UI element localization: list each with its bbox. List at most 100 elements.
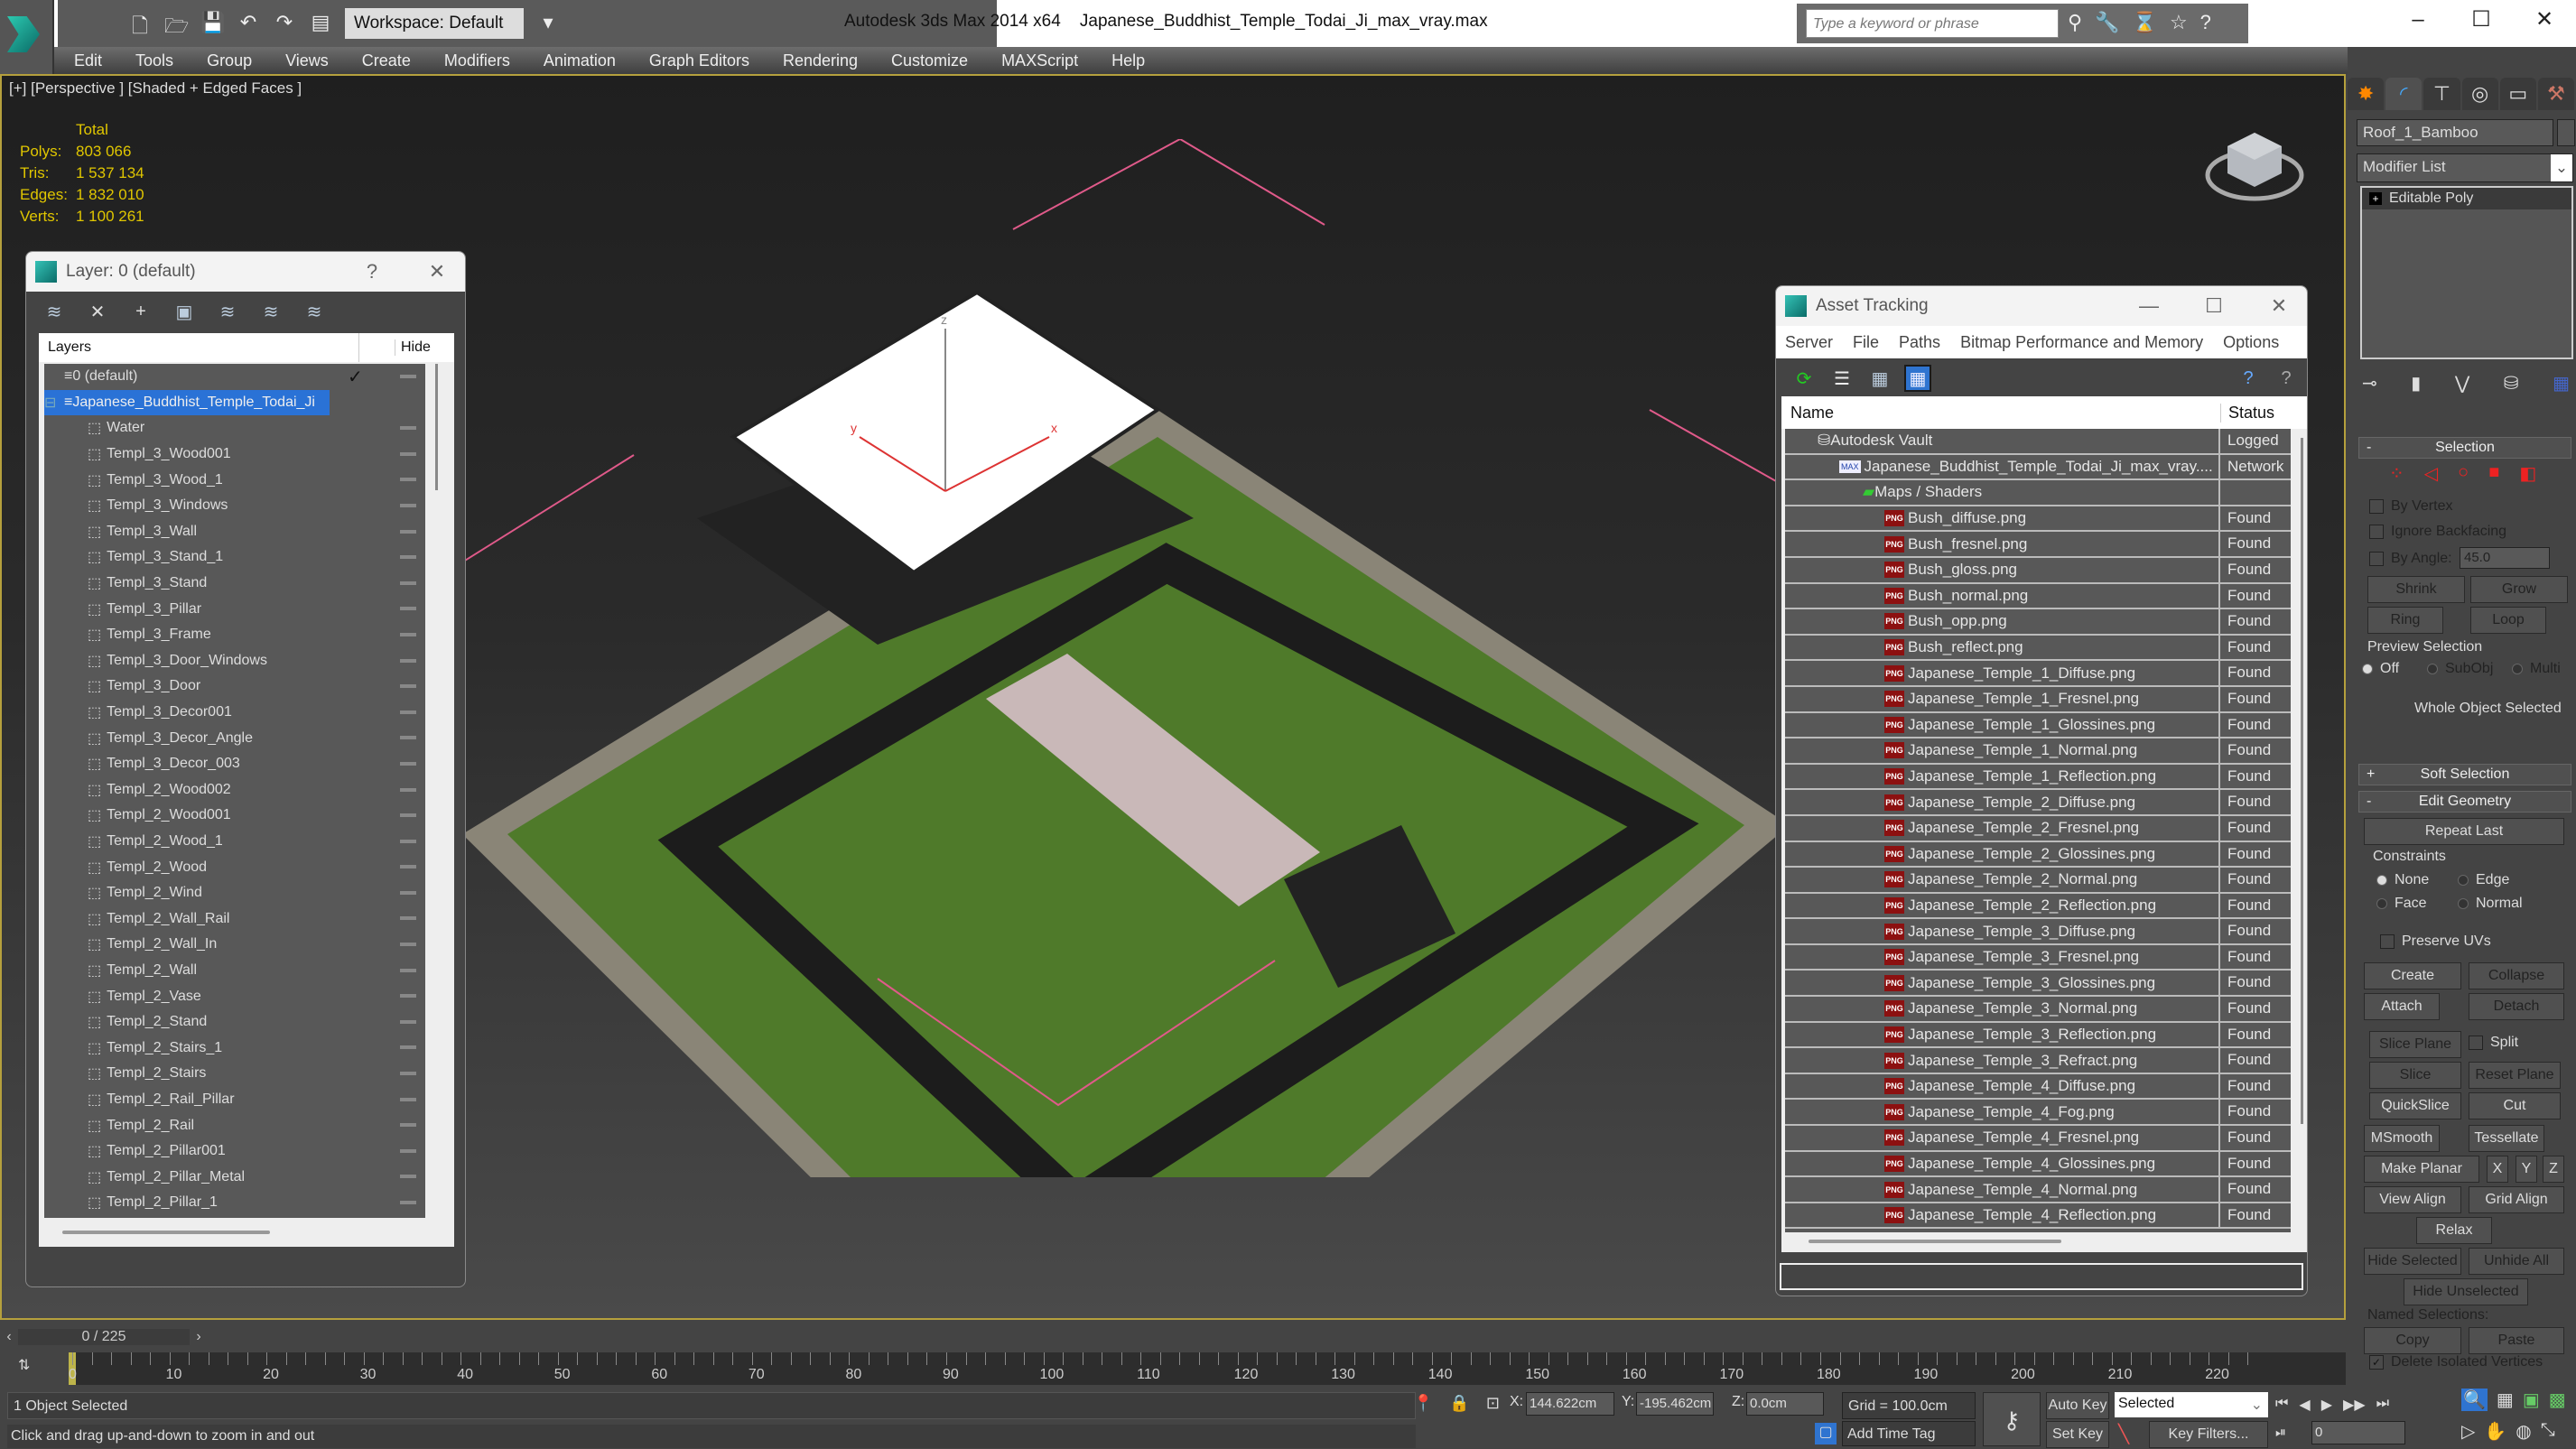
pin-stack-icon[interactable]: ⊸ <box>2362 372 2377 395</box>
reset-plane-button[interactable]: Reset Plane <box>2469 1062 2561 1089</box>
layer-object-row[interactable]: ⬚ Templ_2_Vase <box>44 983 425 1009</box>
object-name-field[interactable]: Roof_1_Bamboo <box>2357 119 2553 146</box>
hierarchy-tab-icon[interactable]: ⊤ <box>2423 78 2460 110</box>
zoom-icon[interactable]: 🔍 <box>2461 1389 2488 1411</box>
quickslice-button[interactable]: QuickSlice <box>2369 1092 2461 1119</box>
asset-path-field[interactable] <box>1780 1263 2303 1290</box>
menu-help[interactable]: Help <box>1111 51 1145 70</box>
time-tag-icon[interactable]: ▢ <box>1815 1423 1837 1444</box>
asset-file-row[interactable]: PNG Japanese_Temple_1_Glossines.png Found <box>1785 712 2291 739</box>
planar-z-button[interactable]: Z <box>2543 1156 2564 1183</box>
hide-unselected-button[interactable]: Hide Unselected <box>2404 1278 2528 1305</box>
context-help-icon[interactable]: ? <box>2274 367 2298 390</box>
asset-vertical-scrollbar[interactable] <box>2292 429 2307 1232</box>
asset-row-maps-folder[interactable]: ▰ Maps / Shaders <box>1785 480 2291 506</box>
orbit-icon[interactable]: ◍ <box>2516 1420 2531 1443</box>
asset-file-row[interactable]: PNG Japanese_Temple_3_Glossines.png Found <box>1785 971 2291 998</box>
hide-toggle[interactable] <box>400 890 416 895</box>
z-coordinate-field[interactable]: 0.0cm <box>1746 1392 1824 1416</box>
layer-object-row[interactable]: ⬚ Templ_2_Wind <box>44 880 425 906</box>
loop-button[interactable]: Loop <box>2470 607 2546 634</box>
hide-toggle[interactable] <box>400 1175 416 1179</box>
layer-object-row[interactable]: ⬚ Templ_2_Wood_1 <box>44 829 425 855</box>
timeline-track[interactable]: 0 10 20 30 40 50 60 70 80 90 100 110 120 130 140 150 160… <box>69 1352 2346 1385</box>
hide-toggle[interactable] <box>400 813 416 818</box>
grid-align-button[interactable]: Grid Align <box>2469 1186 2564 1213</box>
repeat-last-button[interactable]: Repeat Last <box>2364 818 2564 845</box>
hide-toggle[interactable] <box>400 555 416 560</box>
hide-toggle[interactable] <box>400 865 416 869</box>
new-file-icon[interactable]: 🗋 <box>128 11 152 37</box>
go-to-start-icon[interactable]: ⏮ <box>2275 1396 2288 1414</box>
hide-toggle[interactable] <box>400 1072 416 1076</box>
asset-file-row[interactable]: PNG Japanese_Temple_4_Fog.png Found <box>1785 1100 2291 1127</box>
layer-object-row[interactable]: ⬚ Templ_2_Pillar_Metal <box>44 1164 425 1190</box>
layer-object-row[interactable]: ⬚ Templ_3_Wall <box>44 519 425 545</box>
hide-toggle[interactable] <box>400 632 416 636</box>
layer-object-row[interactable]: ⬚Templ_2_Pillar <box>44 1216 425 1218</box>
asset-row-vault[interactable]: ⛁ Autodesk Vault Logged <box>1785 429 2291 455</box>
layer-object-row[interactable]: ⬚ Templ_2_Stairs <box>44 1061 425 1087</box>
asset-file-row[interactable]: PNG Japanese_Temple_2_Fresnel.png Found <box>1785 815 2291 842</box>
create-layer-icon[interactable]: ≋ <box>42 300 66 323</box>
open-file-icon[interactable]: 🗁 <box>164 11 189 37</box>
viewport-label[interactable]: [+] [Perspective ] [Shaded + Edged Faces… <box>9 79 302 98</box>
isolate-selection-icon[interactable]: 📍 <box>1413 1394 1433 1413</box>
delete-layer-icon[interactable]: ✕ <box>86 300 109 323</box>
asset-file-row[interactable]: PNG Japanese_Temple_2_Normal.png Found <box>1785 868 2291 894</box>
layer-object-row[interactable]: ⬚ Templ_2_Stand <box>44 1009 425 1036</box>
menu-rendering[interactable]: Rendering <box>783 51 858 70</box>
object-color-swatch[interactable] <box>2557 119 2575 146</box>
hide-toggle[interactable] <box>400 581 416 585</box>
hide-toggle[interactable] <box>400 1148 416 1153</box>
hide-toggle[interactable] <box>400 736 416 740</box>
delete-isolated-vertices-checkbox[interactable]: ✓ Delete Isolated Vertices <box>2369 1354 2543 1370</box>
layer-object-row[interactable]: ⬚ Templ_2_Wall <box>44 958 425 984</box>
show-end-result-icon[interactable]: ▮ <box>2411 372 2421 395</box>
asset-file-row[interactable]: PNG Japanese_Temple_4_Glossines.png Found <box>1785 1151 2291 1178</box>
planar-x-button[interactable]: X <box>2487 1156 2508 1183</box>
asset-file-row[interactable]: PNG Japanese_Temple_2_Diffuse.png Found <box>1785 790 2291 816</box>
asset-file-row[interactable]: PNG Japanese_Temple_3_Fresnel.png Found <box>1785 944 2291 971</box>
help-button[interactable]: ? <box>344 260 400 283</box>
asset-file-row[interactable]: PNG Japanese_Temple_4_Normal.png Found <box>1785 1177 2291 1203</box>
vault-help-icon[interactable]: ? <box>2237 367 2260 390</box>
hide-toggle[interactable] <box>400 607 416 611</box>
asset-file-row[interactable]: PNG Bush_opp.png Found <box>1785 609 2291 636</box>
asset-file-row[interactable]: PNG Japanese_Temple_3_Normal.png Found <box>1785 997 2291 1023</box>
asset-file-row[interactable]: PNG Japanese_Temple_4_Diffuse.png Found <box>1785 1073 2291 1101</box>
table-view-icon[interactable]: ▦ <box>1904 365 1931 392</box>
layer-object-row[interactable]: ⬚ Templ_3_Decor001 <box>44 700 425 726</box>
zoom-all-icon[interactable]: ▦ <box>2497 1389 2514 1411</box>
add-time-tag-button[interactable]: Add Time Tag <box>1842 1421 1976 1446</box>
save-icon[interactable]: 💾 <box>200 11 225 36</box>
constraint-face-radio[interactable]: Face <box>2376 896 2427 912</box>
by-angle-checkbox[interactable]: By Angle: <box>2369 551 2452 567</box>
hide-toggle[interactable] <box>400 1123 416 1128</box>
menu-group[interactable]: Group <box>207 51 252 70</box>
maximize-viewport-icon[interactable]: ⤡ <box>2541 1420 2555 1443</box>
binoculars-icon[interactable]: ⚲ <box>2068 11 2082 34</box>
key-icon[interactable]: 🔧 <box>2095 11 2119 34</box>
project-folder-icon[interactable]: ▤ <box>309 11 332 36</box>
time-slider[interactable]: ‹ 0 / 225 › <box>0 1325 208 1349</box>
hide-toggle[interactable] <box>400 426 416 431</box>
constraint-edge-radio[interactable]: Edge <box>2458 872 2509 888</box>
asset-file-row[interactable]: PNG Japanese_Temple_4_Reflection.png Found <box>1785 1203 2291 1230</box>
close-dialog-button[interactable]: ✕ <box>2251 294 2307 318</box>
at-menu-bitmap-performance[interactable]: Bitmap Performance and Memory <box>1960 333 2203 352</box>
select-objects-icon[interactable]: ▣ <box>172 300 196 323</box>
hide-toggle[interactable] <box>400 503 416 507</box>
default-tangent-icon[interactable]: ╲ <box>2118 1423 2129 1445</box>
menu-graph-editors[interactable]: Graph Editors <box>649 51 749 70</box>
layer-object-row[interactable]: ⬚ Templ_3_Windows <box>44 493 425 519</box>
asset-file-row[interactable]: PNG Japanese_Temple_3_Diffuse.png Found <box>1785 919 2291 945</box>
layer-object-row[interactable]: ⬚ Templ_3_Door_Windows <box>44 648 425 674</box>
configure-modifier-sets-icon[interactable]: ▦ <box>2553 372 2570 395</box>
hide-toggle[interactable] <box>400 478 416 482</box>
absolute-mode-icon[interactable]: ⊡ <box>1486 1394 1500 1413</box>
display-tab-icon[interactable]: ▭ <box>2499 78 2536 110</box>
hide-toggle[interactable] <box>400 529 416 534</box>
maximize-dialog-button[interactable]: ☐ <box>2186 294 2242 318</box>
menu-animation[interactable]: Animation <box>544 51 616 70</box>
